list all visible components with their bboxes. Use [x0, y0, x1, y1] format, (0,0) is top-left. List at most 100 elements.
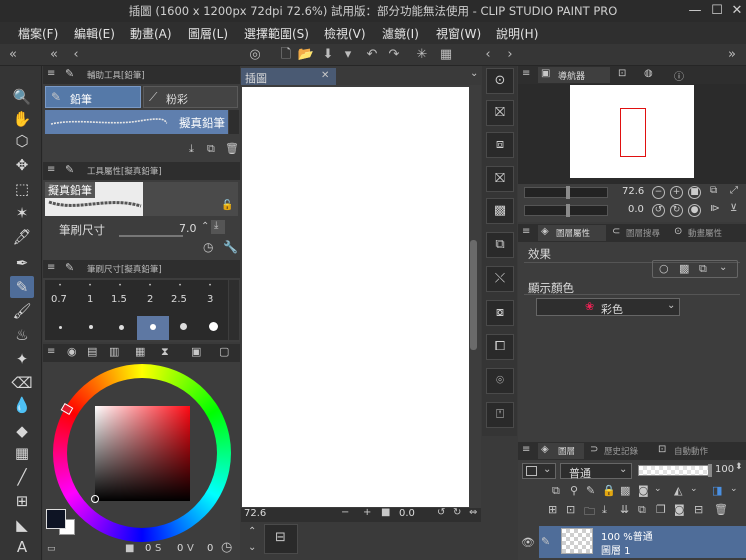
menu-icon[interactable]: ≡ — [522, 226, 530, 237]
zoom-out-icon[interactable]: − — [341, 507, 349, 518]
material-icon-5[interactable]: ⧉ — [486, 232, 514, 258]
lock-icon[interactable]: 🔓 — [221, 200, 233, 211]
lock-icon[interactable]: 🔒 — [602, 484, 616, 497]
effect-dropdown-icon[interactable]: ⌄ — [719, 262, 727, 273]
delete-layer-icon[interactable]: 🗑 — [714, 503, 728, 516]
tone-effect-icon[interactable]: ▩ — [679, 262, 689, 275]
flip-horizontal-icon[interactable]: ⧐ — [710, 203, 720, 214]
material-icon-9[interactable]: ⌾ — [486, 368, 514, 394]
menu-icon[interactable]: ≡ — [522, 68, 530, 79]
fullscreen-icon[interactable]: ⤢ — [730, 185, 738, 196]
minimize-button[interactable]: — — [686, 2, 704, 20]
frame-tool-icon[interactable]: ⊞ — [10, 490, 34, 512]
rotate-right-icon[interactable]: ↻ — [453, 507, 461, 518]
size-dot[interactable] — [59, 326, 62, 329]
decoration-icon[interactable]: ✦ — [10, 348, 34, 370]
tab-animation-property[interactable]: 動畫屬性 — [688, 227, 722, 239]
collapse-right-icon[interactable]: ‹ — [478, 45, 498, 65]
menu-window[interactable]: 視窗(W) — [436, 25, 481, 42]
size-dot-selected[interactable] — [137, 316, 169, 340]
brush-size-dropdown[interactable]: ⤓ — [211, 220, 225, 234]
color-set-tab-icon[interactable]: ▤ — [87, 345, 97, 358]
tab-auto-action[interactable]: 自動動作 — [674, 445, 708, 457]
eyedropper-icon[interactable]: 🖋 — [10, 226, 34, 248]
layer-color-icon[interactable]: ⧉ — [699, 262, 707, 276]
close-tab-icon[interactable]: ✕ — [321, 70, 329, 81]
size-dot[interactable] — [209, 322, 218, 331]
menu-icon[interactable]: ≡ — [522, 444, 530, 455]
merge-down-icon[interactable]: ⇊ — [620, 503, 629, 516]
navigator-zoom-knob[interactable] — [566, 186, 570, 199]
combine-icon[interactable]: ⧉ — [638, 503, 646, 517]
canvas-vscrollbar[interactable] — [470, 240, 477, 350]
expand-panel-icon[interactable]: ⌃ — [248, 526, 256, 537]
size-dot[interactable]: • — [145, 282, 155, 289]
menu-animation[interactable]: 動畫(A) — [130, 25, 172, 42]
pen-tool-icon[interactable]: ✒ — [10, 252, 34, 274]
mask-icon[interactable]: ◙ — [638, 484, 649, 497]
material-icon-8[interactable]: ⧠ — [486, 334, 514, 360]
flip-icon[interactable]: ⇔ — [469, 507, 477, 518]
clock-icon[interactable]: ◷ — [203, 240, 213, 254]
swatch-mode-icon[interactable]: ▭ — [47, 544, 56, 554]
brush-item-selected[interactable]: 擬真鉛筆 — [45, 110, 228, 134]
sub-view-tab-icon[interactable]: ▢ — [219, 345, 229, 358]
color-slider-tab-icon[interactable]: ▣ — [191, 345, 201, 358]
collapse-left-icon-3[interactable]: ‹ — [66, 45, 86, 65]
fit-screen-icon[interactable]: ■ — [688, 186, 701, 199]
fit-icon[interactable]: ■ — [381, 507, 390, 518]
chevron-down-icon[interactable]: ⌄ — [730, 484, 738, 494]
tab-navigator[interactable]: ▣ 導航器 — [538, 67, 610, 83]
canvas-angle[interactable]: 0.0 — [399, 508, 415, 519]
material-icon-1[interactable]: ⛝ — [486, 100, 514, 126]
size-dot[interactable] — [89, 325, 93, 329]
tab-layer[interactable]: ◈ 圖層 — [538, 443, 584, 459]
zoom-out-icon[interactable]: − — [652, 186, 665, 199]
zoom-in-icon[interactable]: + — [670, 186, 683, 199]
open-file-icon[interactable]: 📂 — [296, 45, 316, 65]
expand-right-icon-2[interactable]: » — [722, 45, 742, 65]
menu-icon[interactable]: ≡ — [47, 68, 55, 79]
collapse-panel-icon[interactable]: ⌄ — [248, 542, 256, 553]
rotate-right-icon[interactable]: ↻ — [670, 204, 683, 217]
collapse-left-icon-2[interactable]: « — [44, 45, 64, 65]
ruler-tool-icon[interactable]: ◣ — [10, 514, 34, 536]
size-dot[interactable]: • — [85, 282, 95, 289]
tab-layer-search[interactable]: 圖層搜尋 — [626, 227, 660, 239]
auto-select-icon[interactable]: ✶ — [10, 202, 34, 224]
grid-icon[interactable]: ▦ — [436, 45, 456, 65]
collapse-left-icon[interactable]: « — [3, 45, 23, 65]
navigator-viewport[interactable] — [620, 108, 646, 157]
menu-icon[interactable]: ≡ — [47, 262, 55, 273]
size-dot[interactable] — [119, 325, 124, 330]
opacity-slider[interactable] — [638, 465, 710, 476]
blend-mode-select[interactable]: 普通 ⌄ — [560, 463, 632, 480]
material-icon-10[interactable]: ⍞ — [486, 402, 514, 428]
new-raster-layer-icon[interactable]: ⊞ — [548, 503, 557, 516]
navigator-rotate-knob[interactable] — [566, 204, 570, 217]
info-icon[interactable]: ⓘ — [674, 68, 684, 83]
fit-window-icon[interactable]: ⧉ — [710, 185, 717, 196]
menu-icon[interactable]: ≡ — [47, 346, 55, 357]
copy-icon[interactable]: ⧉ — [207, 142, 215, 156]
main-color-swatch-front[interactable] — [46, 509, 66, 529]
reset-rotation-icon[interactable]: ● — [688, 204, 701, 217]
reference-icon[interactable]: ⚲ — [570, 484, 578, 497]
chevron-down-icon[interactable]: ⌄ — [690, 484, 698, 494]
history-icon[interactable]: ⊃ — [590, 444, 598, 455]
menu-help[interactable]: 說明(H) — [496, 25, 538, 42]
auto-action-icon[interactable]: ⊡ — [658, 444, 666, 455]
clip-studio-icon[interactable]: ◎ — [245, 45, 265, 65]
airbrush-icon[interactable]: ♨ — [10, 324, 34, 346]
tab-pencil[interactable]: ✎ 鉛筆 — [45, 86, 141, 108]
rotate-left-icon[interactable]: ↺ — [652, 204, 665, 217]
material-icon-4[interactable]: ▩ — [486, 198, 514, 224]
maximize-button[interactable]: ☐ — [708, 2, 726, 20]
material-icon-6[interactable]: ⤬ — [486, 266, 514, 292]
save-icon[interactable]: ⬇ — [318, 45, 338, 65]
mask-add-icon[interactable]: ◙ — [674, 503, 685, 516]
lock-transparent-icon[interactable]: ▩ — [620, 484, 630, 497]
tab-pastel[interactable]: ⟋ 粉彩 — [143, 86, 238, 108]
tab-list-chevron-icon[interactable]: ⌄ — [470, 68, 478, 79]
menu-file[interactable]: 檔案(F) — [18, 25, 58, 42]
